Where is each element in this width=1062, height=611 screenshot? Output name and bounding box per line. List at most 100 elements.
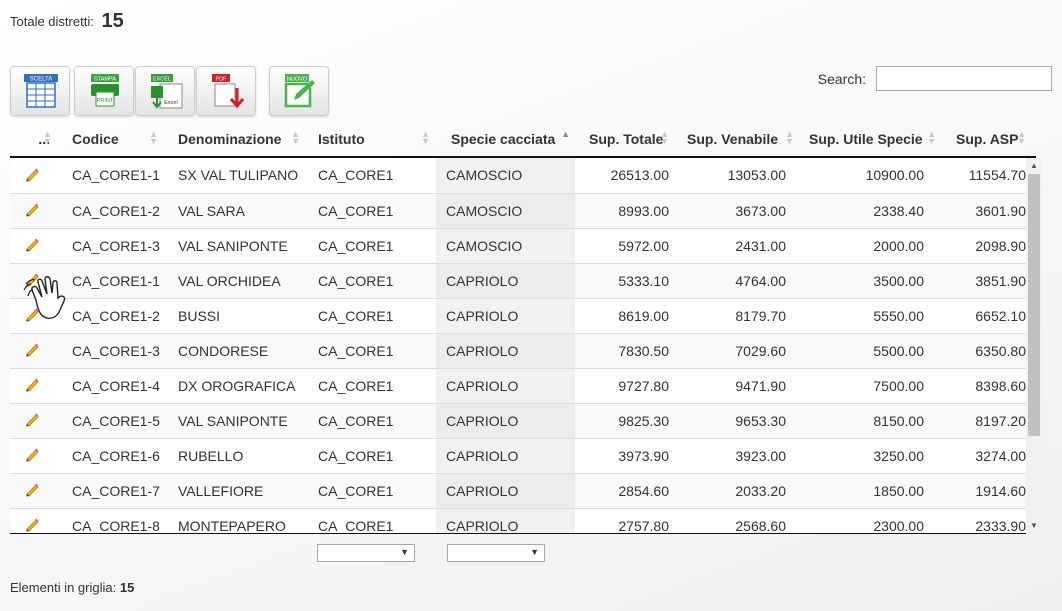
cell-specie: CAPRIOLO [436, 368, 575, 404]
table-row[interactable]: CA_CORE1-2 BUSSI CA_CORE1 CAPRIOLO 8619.00 81… [10, 298, 1036, 334]
column-header-action[interactable]: ... ▲ ▼ [10, 121, 58, 158]
cell-sup-totale: 3973.90 [575, 438, 675, 474]
row-edit-button[interactable] [10, 508, 58, 533]
cell-sup-totale: 2854.60 [575, 473, 675, 509]
cell-specie: CAPRIOLO [436, 508, 575, 533]
cell-sup-venabile: 7029.60 [675, 333, 798, 369]
svg-text:PRINT: PRINT [97, 98, 114, 104]
search-input[interactable] [876, 66, 1052, 91]
new-record-icon: NUOVO [284, 74, 315, 108]
cell-istituto: CA_CORE1 [306, 263, 436, 299]
cell-specie: CAPRIOLO [436, 298, 575, 334]
istituto-filter-select[interactable]: ▼ [317, 544, 415, 562]
svg-text:SCELTA: SCELTA [30, 77, 52, 83]
pencil-edit-icon[interactable] [24, 378, 40, 395]
excel-button[interactable]: EXCEL Excel [135, 66, 195, 116]
pencil-edit-icon[interactable] [24, 518, 40, 533]
cell-istituto: CA_CORE1 [306, 333, 436, 369]
column-header-specie[interactable]: Specie cacciata ▲ [436, 121, 575, 158]
grid-header: ... ▲ ▼ Codice ▲ ▼ Denominazione ▲ ▼ Istituto ▲… [10, 121, 1036, 158]
cell-sup-asp: 11554.70 [944, 158, 1036, 194]
scroll-up-icon[interactable]: ▲ [1026, 158, 1042, 174]
cell-sup-asp: 2333.90 [944, 508, 1036, 533]
grid-count-value: 15 [119, 580, 135, 595]
scelta-button[interactable]: SCELTA [10, 66, 70, 116]
cell-specie: CAMOSCIO [436, 158, 575, 194]
cell-sup-utile: 2300.00 [798, 508, 944, 533]
pencil-edit-icon[interactable] [24, 238, 40, 255]
table-row[interactable]: CA_CORE1-6 RUBELLO CA_CORE1 CAPRIOLO 3973.90… [10, 438, 1036, 474]
cell-sup-venabile: 9653.30 [675, 403, 798, 439]
table-row[interactable]: CA_CORE1-1 VAL ORCHIDEA CA_CORE1 CAPRIOLO 53… [10, 263, 1036, 299]
cell-codice: CA_CORE1-3 [58, 333, 164, 369]
cell-sup-totale: 5972.00 [575, 228, 675, 264]
stampa-button[interactable]: STAMPA PRINT [74, 66, 134, 116]
nuovo-button[interactable]: NUOVO [269, 66, 329, 116]
cell-sup-venabile: 3923.00 [675, 438, 798, 474]
row-edit-button[interactable] [10, 473, 58, 509]
total-districts-label: Totale distretti: [10, 14, 94, 29]
cell-specie: CAPRIOLO [436, 333, 575, 369]
pencil-edit-icon[interactable] [24, 413, 40, 430]
column-header-sup-totale[interactable]: Sup. Totale ▲ ▼ [575, 121, 675, 158]
table-row[interactable]: CA_CORE1-2 VAL SARA CA_CORE1 CAMOSCIO 8993.0… [10, 193, 1036, 229]
column-header-sup-utile[interactable]: Sup. Utile Specie ▲ ▼ [798, 121, 944, 158]
table-row[interactable]: CA_CORE1-5 VAL SANIPONTE CA_CORE1 CAPRIOLO 9… [10, 403, 1036, 439]
table-row[interactable]: CA_CORE1-8 MONTEPAPERO CA_CORE1 CAPRIOLO 275… [10, 508, 1036, 533]
table-row[interactable]: CA_CORE1-1 SX VAL TULIPANO CA_CORE1 CAMOSCI… [10, 158, 1036, 194]
pencil-edit-icon[interactable] [24, 168, 40, 185]
cell-istituto: CA_CORE1 [306, 298, 436, 334]
pencil-edit-icon[interactable] [24, 448, 40, 465]
cell-specie: CAMOSCIO [436, 193, 575, 229]
grid-body: CA_CORE1-1 SX VAL TULIPANO CA_CORE1 CAMOSCI… [10, 158, 1036, 534]
cell-istituto: CA_CORE1 [306, 438, 436, 474]
row-edit-button[interactable] [10, 228, 58, 264]
pencil-edit-icon[interactable] [24, 203, 40, 220]
row-edit-button[interactable] [10, 333, 58, 369]
svg-text:PDF: PDF [216, 77, 228, 83]
column-header-sup-venabile[interactable]: Sup. Venabile ▲ ▼ [675, 121, 798, 158]
sort-indicator-icon: ▲ ▼ [927, 129, 936, 146]
cell-specie: CAPRIOLO [436, 438, 575, 474]
cell-istituto: CA_CORE1 [306, 508, 436, 533]
specie-filter-select[interactable]: ▼ [447, 544, 545, 562]
cell-sup-asp: 3274.00 [944, 438, 1036, 474]
row-edit-button[interactable] [10, 193, 58, 229]
table-row[interactable]: CA_CORE1-3 CONDORESE CA_CORE1 CAPRIOLO 7830.… [10, 333, 1036, 369]
cell-denominazione: VAL SANIPONTE [164, 228, 306, 264]
pencil-edit-icon[interactable] [24, 483, 40, 500]
excel-export-icon: EXCEL Excel [151, 74, 183, 109]
search-box: Search: [812, 66, 1052, 92]
row-edit-button[interactable] [10, 158, 58, 194]
column-header-sup-asp[interactable]: Sup. ASP ▲ ▼ [944, 121, 1036, 158]
column-header-istituto[interactable]: Istituto ▲ ▼ [306, 121, 436, 158]
row-edit-button[interactable] [10, 368, 58, 404]
svg-text:EXCEL: EXCEL [153, 77, 171, 83]
table-row[interactable]: CA_CORE1-7 VALLEFIORE CA_CORE1 CAPRIOLO 2854… [10, 473, 1036, 509]
cell-sup-asp: 3851.90 [944, 263, 1036, 299]
column-header-codice[interactable]: Codice ▲ ▼ [58, 121, 164, 158]
column-header-denominazione[interactable]: Denominazione ▲ ▼ [164, 121, 306, 158]
cell-sup-totale: 9825.30 [575, 403, 675, 439]
svg-text:Excel: Excel [164, 100, 177, 106]
row-edit-button[interactable] [10, 438, 58, 474]
row-edit-button[interactable] [10, 403, 58, 439]
cell-specie: CAMOSCIO [436, 228, 575, 264]
sort-indicator-icon: ▲ ▼ [1017, 129, 1026, 146]
sort-indicator-icon: ▲ ▼ [660, 129, 669, 146]
scrollbar-thumb[interactable] [1028, 174, 1040, 436]
sort-indicator-icon: ▲ ▼ [43, 129, 52, 146]
table-row[interactable]: CA_CORE1-4 DX OROGRAFICA CA_CORE1 CAPRIOLO 9… [10, 368, 1036, 404]
sort-indicator-icon: ▲ ▼ [785, 129, 794, 146]
total-districts-value: 15 [101, 10, 124, 32]
scroll-down-icon[interactable]: ▼ [1026, 518, 1042, 534]
table-row[interactable]: CA_CORE1-3 VAL SANIPONTE CA_CORE1 CAMOSCIO 5… [10, 228, 1036, 264]
pencil-edit-icon[interactable] [24, 343, 40, 360]
pdf-button[interactable]: PDF [196, 66, 256, 116]
cell-istituto: CA_CORE1 [306, 368, 436, 404]
cell-specie: CAPRIOLO [436, 473, 575, 509]
sort-indicator-icon: ▲ ▼ [421, 129, 430, 146]
grid-scrollbar[interactable]: ▲ ▼ [1026, 158, 1042, 534]
cell-sup-totale: 5333.10 [575, 263, 675, 299]
cell-sup-totale: 7830.50 [575, 333, 675, 369]
